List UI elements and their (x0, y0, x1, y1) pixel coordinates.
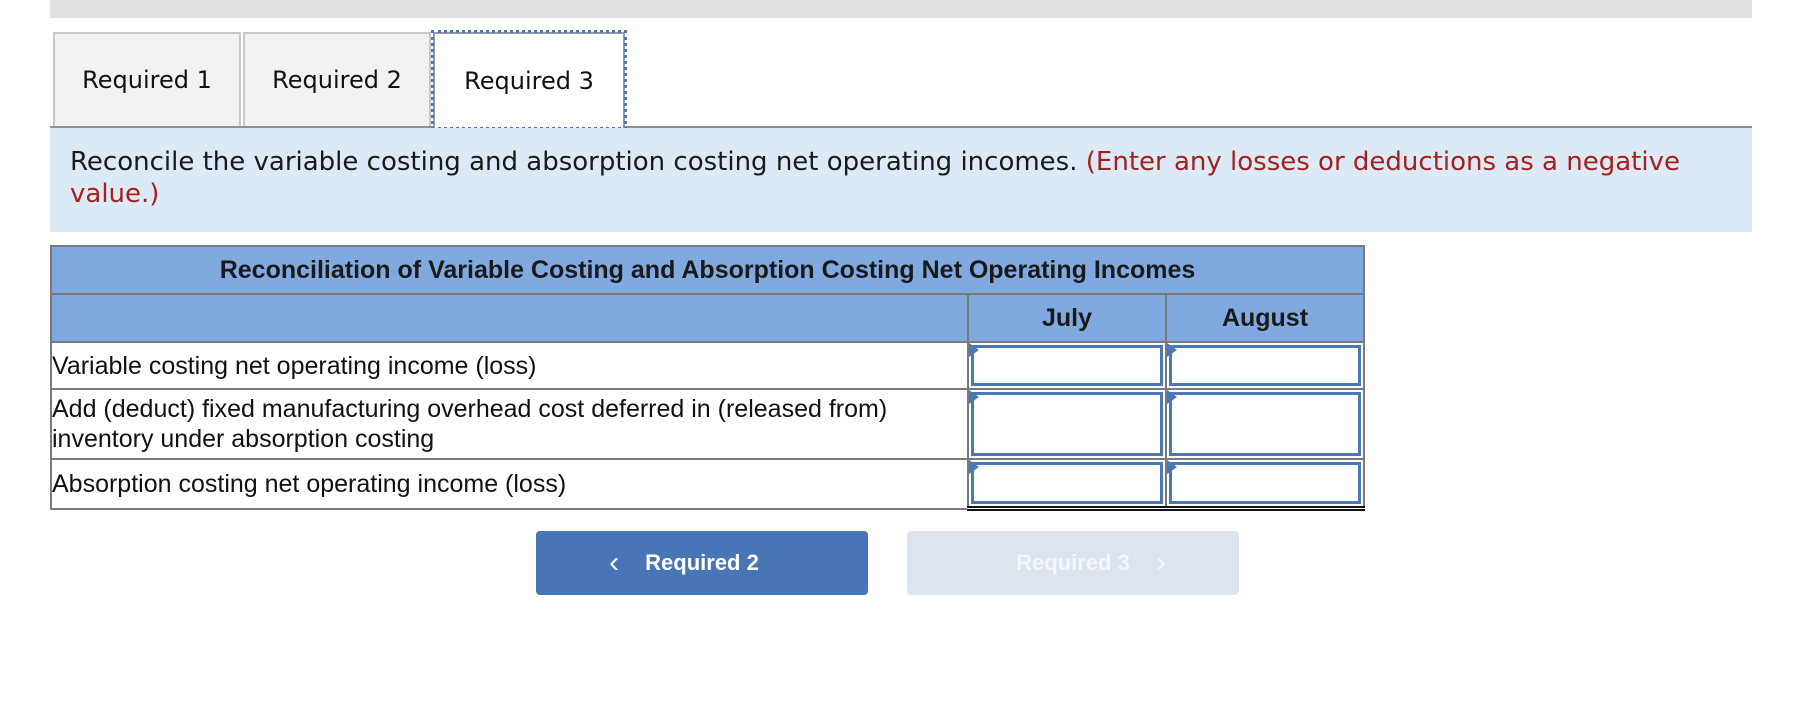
absorption-income-august-input[interactable] (1172, 465, 1358, 501)
input-marker-icon (1167, 390, 1177, 404)
overhead-adjustment-july-input-box (971, 392, 1163, 456)
absorption-income-july-input-box (971, 462, 1163, 504)
variable-income-july-input[interactable] (974, 348, 1160, 383)
reconciliation-table: Reconciliation of Variable Costing and A… (50, 245, 1365, 511)
input-marker-icon (969, 390, 979, 404)
instructions-box: Reconcile the variable costing and absor… (50, 128, 1752, 232)
absorption-income-july-input[interactable] (974, 465, 1160, 501)
next-button-label: Required 3 (1016, 550, 1130, 575)
tab-required-1[interactable]: Required 1 (53, 32, 241, 126)
august-cell (1165, 341, 1365, 390)
table-row: Add (deduct) fixed manufacturing overhea… (50, 388, 1365, 460)
row-label: Add (deduct) fixed manufacturing overhea… (50, 388, 969, 460)
july-cell (967, 341, 1167, 390)
variable-income-july-input-box (971, 345, 1163, 386)
absorption-income-august-input-box (1169, 462, 1361, 504)
column-header-july: July (967, 293, 1167, 343)
overhead-adjustment-august-input-box (1169, 392, 1361, 456)
previous-required-2-button[interactable]: ‹ Required 2 ‹ (536, 531, 868, 595)
chevron-left-icon: ‹ (609, 546, 620, 579)
instructions-text: Reconcile the variable costing and absor… (70, 147, 1078, 177)
august-cell (1165, 458, 1365, 511)
previous-button-label: Required 2 (645, 550, 759, 575)
next-required-3-button[interactable]: › Required 3 › (907, 531, 1239, 595)
column-header-label (50, 293, 969, 343)
row-label: Variable costing net operating income (l… (50, 341, 969, 390)
column-header-august: August (1165, 293, 1365, 343)
row-label: Absorption costing net operating income … (50, 458, 969, 510)
table-row: Variable costing net operating income (l… (50, 341, 1365, 390)
table-title: Reconciliation of Variable Costing and A… (50, 245, 1365, 295)
overhead-adjustment-august-input[interactable] (1172, 395, 1358, 453)
tab-required-2[interactable]: Required 2 (243, 32, 431, 126)
august-cell (1165, 388, 1365, 460)
july-cell (967, 458, 1167, 511)
tab-bar: Required 1 Required 2 Required 3 (50, 30, 1752, 130)
top-bar (50, 0, 1752, 18)
variable-income-august-input-box (1169, 345, 1361, 386)
input-marker-icon (1167, 460, 1177, 474)
variable-income-august-input[interactable] (1172, 348, 1358, 383)
input-marker-icon (969, 343, 979, 357)
overhead-adjustment-july-input[interactable] (974, 395, 1160, 453)
tab-required-3[interactable]: Required 3 (431, 30, 627, 130)
july-cell (967, 388, 1167, 460)
table-row: Absorption costing net operating income … (50, 458, 1365, 511)
input-marker-icon (969, 460, 979, 474)
chevron-right-icon: › (1155, 546, 1166, 579)
input-marker-icon (1167, 343, 1177, 357)
